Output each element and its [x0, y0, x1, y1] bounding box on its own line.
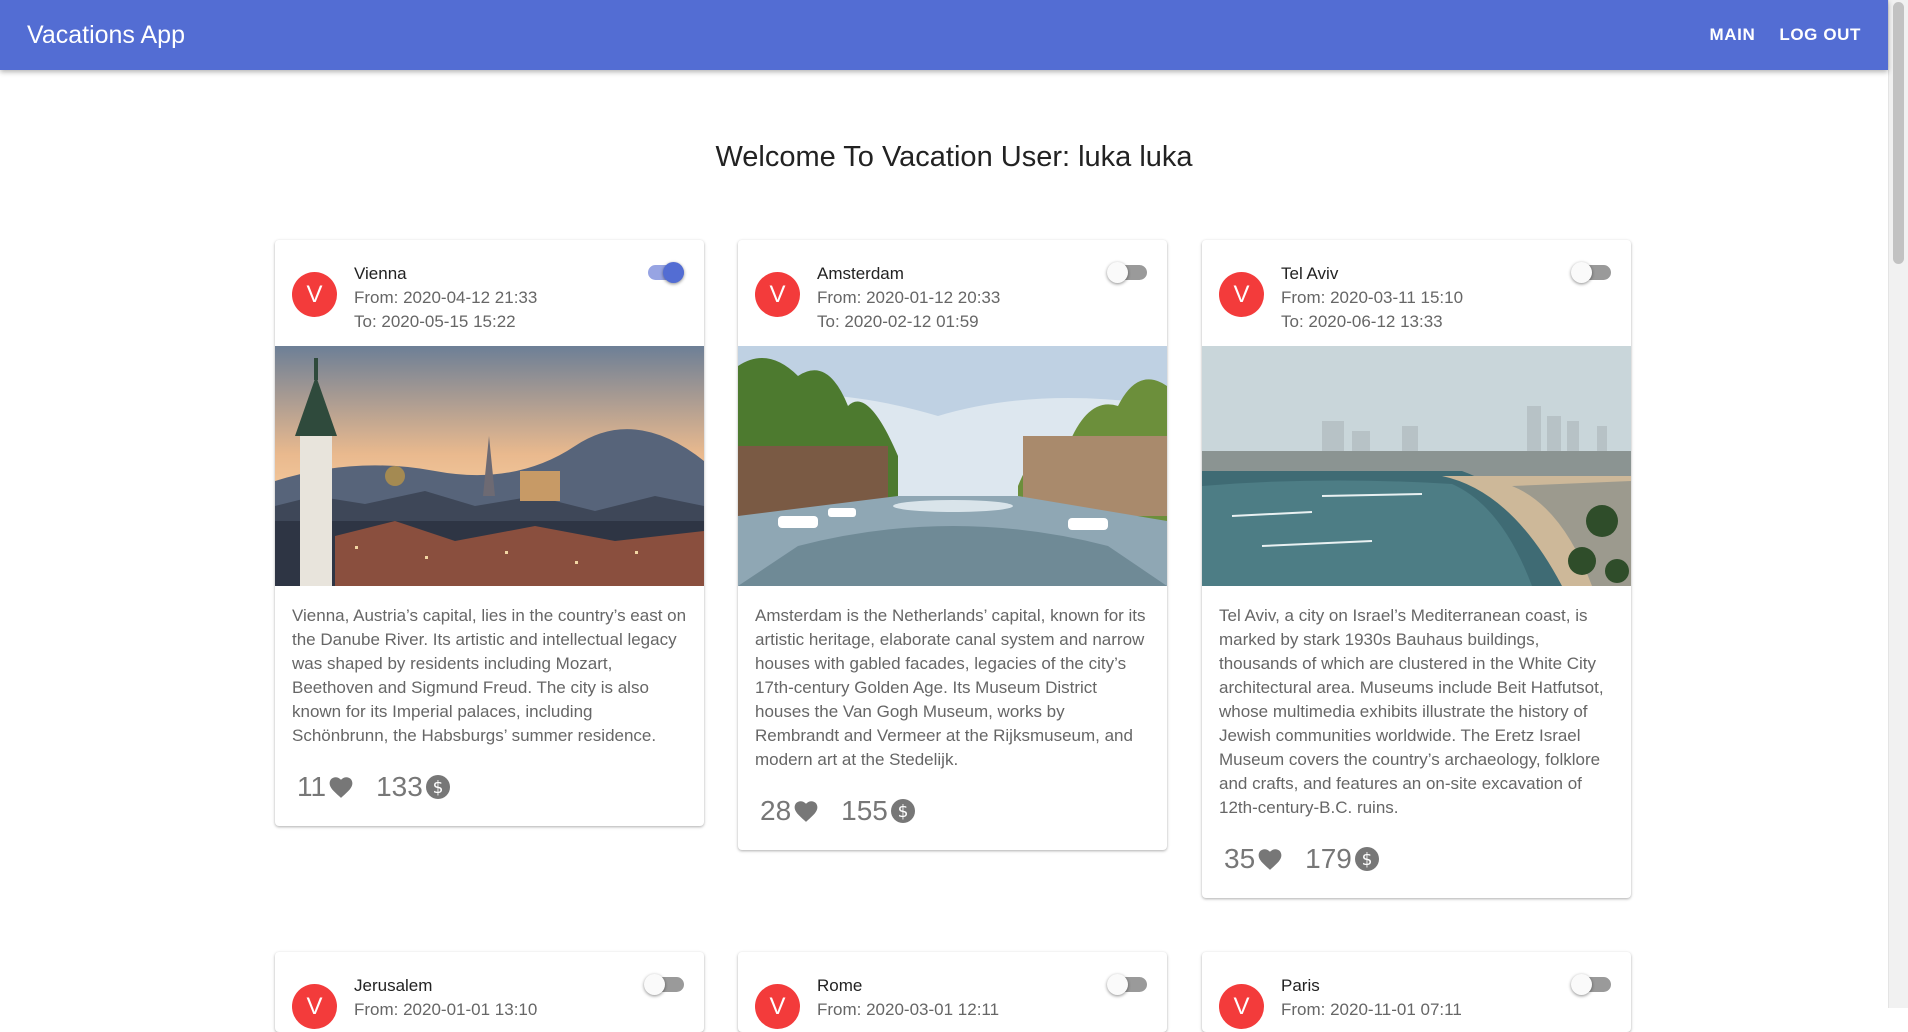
price: 133 $	[376, 771, 451, 803]
app-title: Vacations App	[27, 20, 185, 49]
price-value: 155	[841, 795, 888, 826]
card-header: V Amsterdam From: 2020-01-12 20:33 To: 2…	[738, 240, 1167, 346]
follow-toggle[interactable]	[644, 260, 686, 284]
card-from-date: From: 2020-03-11 15:10	[1281, 288, 1464, 307]
avatar: V	[292, 984, 337, 1029]
card-header: V Tel Aviv From: 2020-03-11 15:10 To: 20…	[1202, 240, 1631, 346]
avatar: V	[755, 984, 800, 1029]
card-header: V Vienna From: 2020-04-12 21:33 To: 2020…	[275, 240, 704, 346]
card-city: Amsterdam	[817, 264, 904, 283]
dollar-circle-icon: $	[890, 799, 915, 823]
followers-count: 28	[760, 795, 819, 827]
followers-value: 28	[760, 795, 792, 826]
dollar-circle-icon: $	[425, 775, 450, 799]
followers-value: 11	[297, 771, 327, 802]
price: 155 $	[841, 795, 916, 827]
card-to-date: To: 2020-02-12 01:59	[817, 312, 979, 331]
vacation-card: V Vienna From: 2020-04-12 21:33 To: 2020…	[275, 240, 704, 826]
vacation-photo	[275, 346, 704, 586]
card-description: Tel Aviv, a city on Israel’s Mediterrane…	[1219, 606, 1604, 817]
card-header: V Jerusalem From: 2020-01-01 13:10	[275, 952, 704, 1032]
card-from-date: From: 2020-01-01 13:10	[354, 1000, 538, 1019]
card-description: Vienna, Austria’s capital, lies in the c…	[292, 606, 687, 745]
card-stats: 28 155 $	[738, 772, 1167, 850]
follow-toggle[interactable]	[1571, 260, 1613, 284]
card-city: Tel Aviv	[1281, 264, 1339, 283]
follow-toggle[interactable]	[1107, 260, 1149, 284]
price: 179 $	[1305, 843, 1380, 875]
dollar-circle-icon: $	[1354, 847, 1379, 871]
card-header: V Paris From: 2020-11-01 07:11	[1202, 952, 1631, 1032]
svg-text:$: $	[897, 802, 908, 822]
followers-count: 11	[297, 771, 354, 803]
vacation-card: V Tel Aviv From: 2020-03-11 15:10 To: 20…	[1202, 240, 1631, 898]
card-from-date: From: 2020-04-12 21:33	[354, 288, 538, 307]
followers-count: 35	[1224, 843, 1283, 875]
avatar: V	[755, 272, 800, 317]
card-stats: 35 179 $	[1202, 820, 1631, 898]
price-value: 179	[1305, 843, 1352, 874]
scrollbar-thumb[interactable]	[1893, 2, 1904, 264]
svg-text:$: $	[432, 778, 443, 798]
follow-toggle[interactable]	[644, 972, 686, 996]
main-button[interactable]: MAIN	[1710, 25, 1756, 45]
svg-text:$: $	[1361, 850, 1372, 870]
card-to-date: To: 2020-06-12 13:33	[1281, 312, 1443, 331]
vacation-card: V Amsterdam From: 2020-01-12 20:33 To: 2…	[738, 240, 1167, 850]
card-header: V Rome From: 2020-03-01 12:11	[738, 952, 1167, 1032]
card-from-date: From: 2020-01-12 20:33	[817, 288, 1001, 307]
heart-icon	[794, 801, 818, 822]
app-bar: Vacations App MAIN LOG OUT	[0, 0, 1888, 70]
avatar: V	[292, 272, 337, 317]
card-from-date: From: 2020-03-01 12:11	[817, 1000, 1000, 1019]
nav-links: MAIN LOG OUT	[1710, 25, 1861, 45]
card-description: Amsterdam is the Netherlands’ capital, k…	[755, 606, 1146, 769]
card-from-date: From: 2020-11-01 07:11	[1281, 1000, 1462, 1019]
vacation-card: V Rome From: 2020-03-01 12:11	[738, 952, 1167, 1032]
heart-icon	[329, 777, 353, 798]
avatar: V	[1219, 984, 1264, 1029]
avatar: V	[1219, 272, 1264, 317]
logout-button[interactable]: LOG OUT	[1779, 25, 1861, 45]
follow-toggle[interactable]	[1571, 972, 1613, 996]
vacation-card: V Jerusalem From: 2020-01-01 13:10	[275, 952, 704, 1032]
follow-toggle[interactable]	[1107, 972, 1149, 996]
card-stats: 11 133 $	[275, 748, 704, 826]
vacation-card: V Paris From: 2020-11-01 07:11	[1202, 952, 1631, 1032]
card-city: Vienna	[354, 264, 407, 283]
heart-icon	[1258, 849, 1282, 870]
vacation-photo	[1202, 346, 1631, 586]
price-value: 133	[376, 771, 423, 802]
card-city: Rome	[817, 976, 863, 995]
card-city: Jerusalem	[354, 976, 433, 995]
followers-value: 35	[1224, 843, 1256, 874]
vacation-photo	[738, 346, 1167, 586]
card-to-date: To: 2020-05-15 15:22	[354, 312, 516, 331]
welcome-heading: Welcome To Vacation User: luka luka	[715, 141, 1193, 173]
card-city: Paris	[1281, 976, 1320, 995]
